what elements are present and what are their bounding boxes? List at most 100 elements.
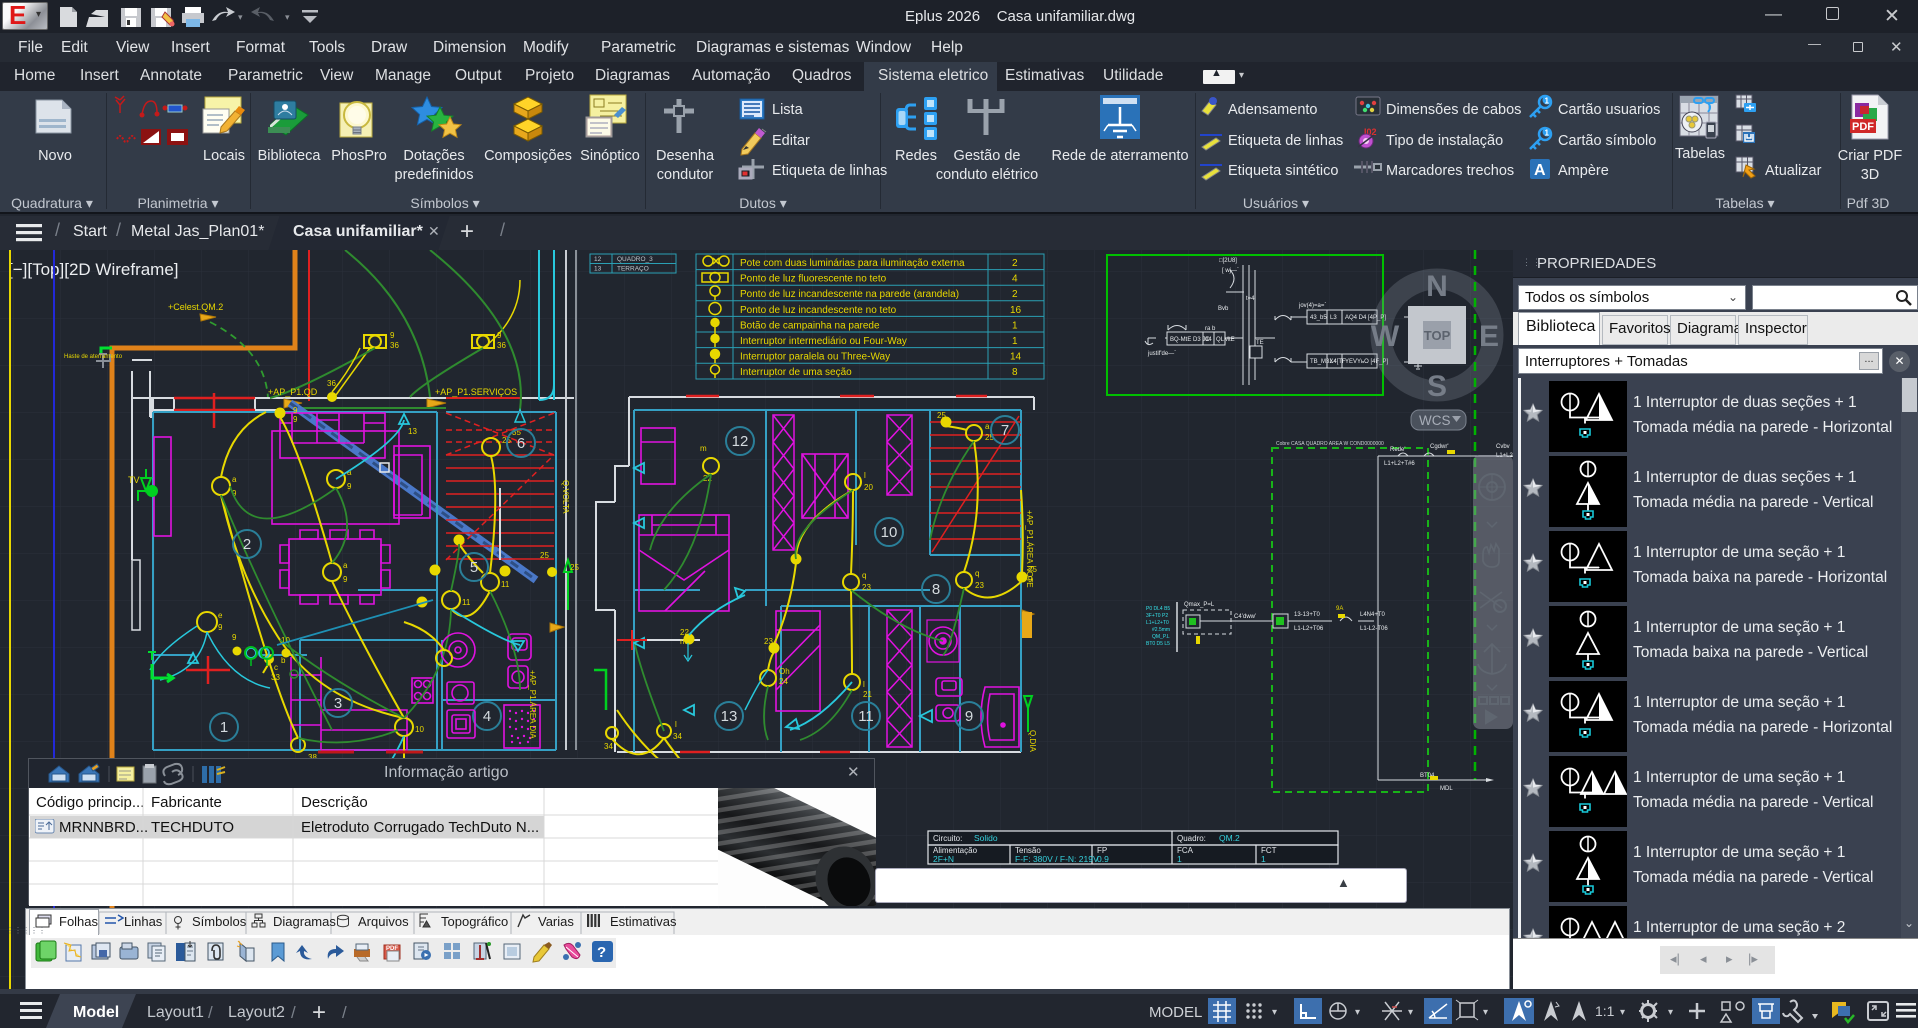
svg-text:□[2U8]: □[2U8] bbox=[1219, 258, 1237, 264]
svg-text:Interruptor intermediário ou F: Interruptor intermediário ou Four-Way bbox=[740, 336, 907, 347]
svg-text:13: 13 bbox=[408, 427, 417, 436]
svg-text:PDF: PDF bbox=[1852, 121, 1874, 133]
svg-text:14: 14 bbox=[1010, 352, 1022, 363]
svg-text:1: 1 bbox=[1261, 854, 1266, 864]
svg-text:L1+L2+T#6: L1+L2+T#6 bbox=[1384, 461, 1415, 467]
svg-text:11: 11 bbox=[858, 708, 874, 725]
svg-text:8: 8 bbox=[1012, 367, 1018, 378]
svg-text:q: q bbox=[862, 571, 866, 580]
svg-text:+AP_P1.SERVIÇOS: +AP_P1.SERVIÇOS bbox=[435, 387, 517, 397]
svg-text:Símbolos: Símbolos bbox=[192, 914, 247, 929]
svg-text:22: 22 bbox=[680, 628, 689, 637]
svg-text:2: 2 bbox=[1012, 258, 1018, 269]
svg-text:E: E bbox=[1479, 320, 1499, 353]
svg-text:Ponto de luz incandescente no: Ponto de luz incandescente no teto bbox=[740, 305, 897, 316]
svg-text:13: 13 bbox=[721, 708, 738, 725]
svg-text:▾: ▾ bbox=[1272, 1007, 1277, 1018]
svg-text:Interruptor de uma seção: Interruptor de uma seção bbox=[740, 367, 852, 378]
svg-text:c: c bbox=[274, 663, 278, 672]
svg-text:Diagramas: Diagramas bbox=[273, 914, 336, 929]
svg-text:36: 36 bbox=[327, 379, 336, 388]
svg-text:34: 34 bbox=[673, 732, 682, 741]
svg-text:[−][Top][2D Wireframe]: [−][Top][2D Wireframe] bbox=[8, 260, 179, 279]
svg-text:Cobre CASA QUADRO AREA W COND0: Cobre CASA QUADRO AREA W COND0000000 bbox=[1276, 441, 1384, 447]
svg-text:l: l bbox=[675, 720, 677, 729]
svg-text:PDF: PDF bbox=[386, 946, 398, 952]
svg-text:Ponto de luz fluorescente no t: Ponto de luz fluorescente no teto bbox=[740, 274, 887, 285]
svg-text:MDL: MDL bbox=[1440, 786, 1453, 792]
svg-text:43_b5: 43_b5 bbox=[1310, 315, 1327, 321]
svg-text:10: 10 bbox=[415, 725, 424, 734]
svg-text:6: 6 bbox=[517, 435, 525, 452]
svg-text:TE: TE bbox=[1256, 340, 1264, 346]
svg-text:jov(4)=a=`: jov(4)=a=` bbox=[1298, 303, 1326, 309]
svg-text:1: 1 bbox=[1545, 97, 1550, 106]
svg-text:12: 12 bbox=[594, 256, 602, 263]
svg-text:WCS: WCS bbox=[1419, 413, 1451, 428]
svg-text:2F+N: 2F+N bbox=[933, 854, 954, 864]
svg-text:Haste de aterramento: Haste de aterramento bbox=[64, 354, 123, 360]
svg-text:MODEL: MODEL bbox=[1149, 1004, 1202, 1021]
svg-text:?: ? bbox=[597, 944, 606, 961]
svg-text:2: 2 bbox=[243, 536, 251, 553]
svg-text:Model: Model bbox=[73, 1004, 119, 1021]
svg-text:QM_P.L: QM_P.L bbox=[1152, 634, 1170, 640]
svg-text:TERRAÇO: TERRAÇO bbox=[617, 266, 649, 273]
svg-text:L4: L4 bbox=[1330, 359, 1337, 365]
svg-text:Qmax_P=L: Qmax_P=L bbox=[1184, 602, 1215, 608]
svg-text:q: q bbox=[975, 569, 979, 578]
svg-text:25: 25 bbox=[570, 563, 579, 572]
svg-text:23: 23 bbox=[764, 637, 773, 646]
svg-text:justif'de—`: justif'de—` bbox=[1147, 351, 1176, 357]
svg-text:Quadro:: Quadro: bbox=[1177, 834, 1206, 843]
svg-text:b: b bbox=[281, 656, 286, 665]
svg-text:9: 9 bbox=[343, 575, 348, 584]
svg-text:Q.VOLTA: Q.VOLTA bbox=[561, 480, 570, 514]
svg-text:TOP: TOP bbox=[1424, 328, 1451, 343]
svg-text:P0 DL4 B5: P0 DL4 B5 bbox=[1146, 606, 1170, 612]
svg-text:[ wj—`: [ wj—` bbox=[1222, 268, 1239, 274]
svg-text:+AP_P1.ÁREA DIA: +AP_P1.ÁREA DIA bbox=[528, 670, 537, 739]
svg-text:10: 10 bbox=[881, 524, 898, 541]
svg-text:36: 36 bbox=[390, 341, 399, 350]
svg-text:9A: 9A bbox=[1336, 606, 1343, 612]
svg-text:5: 5 bbox=[470, 559, 478, 576]
svg-text:BT0 D5 L5: BT0 D5 L5 bbox=[1146, 641, 1170, 647]
svg-text:Pote com duas luminárias para: Pote com duas luminárias para iluminação… bbox=[740, 258, 965, 269]
svg-text:TB_M3X4[TF: TB_M3X4[TF bbox=[1310, 359, 1346, 365]
svg-text:QM.2: QM.2 bbox=[1219, 833, 1240, 843]
svg-text:Bvb: Bvb bbox=[1218, 306, 1229, 312]
svg-text:t=4: t=4 bbox=[1246, 296, 1255, 302]
svg-text:1:1: 1:1 bbox=[1595, 1003, 1615, 1019]
svg-text:F-F: 380V / F-N: 219V: F-F: 380V / F-N: 219V bbox=[1015, 854, 1099, 864]
svg-text:A: A bbox=[1534, 162, 1546, 179]
svg-text:9: 9 bbox=[390, 331, 395, 340]
svg-text:Interruptor paralela ou Three-: Interruptor paralela ou Three-Way bbox=[740, 352, 890, 363]
svg-text:3: 3 bbox=[334, 695, 342, 712]
svg-text:9: 9 bbox=[497, 331, 502, 340]
svg-text:13: 13 bbox=[594, 266, 602, 273]
svg-text:▾: ▾ bbox=[1355, 1007, 1360, 1018]
svg-text:9: 9 bbox=[218, 623, 223, 632]
svg-text:3F+T0 P2: 3F+T0 P2 bbox=[1146, 613, 1168, 619]
svg-text:Layout1: Layout1 bbox=[147, 1004, 204, 1021]
svg-text:N: N bbox=[1426, 270, 1448, 303]
svg-text:+AP_P1.ÁREA NOTE: +AP_P1.ÁREA NOTE bbox=[1025, 510, 1034, 588]
svg-text:m: m bbox=[680, 637, 687, 646]
svg-text:8: 8 bbox=[932, 581, 940, 598]
svg-text:▾: ▾ bbox=[285, 12, 290, 22]
svg-text:S: S bbox=[1427, 370, 1447, 403]
svg-text:9: 9 bbox=[293, 406, 298, 415]
svg-text:25: 25 bbox=[937, 411, 946, 420]
svg-text:C4’dww’: C4’dww’ bbox=[1234, 614, 1256, 620]
svg-text:Folhas: Folhas bbox=[59, 914, 99, 929]
svg-text:L1+L2+T0: L1+L2+T0 bbox=[1146, 620, 1169, 626]
svg-text:a: a bbox=[343, 561, 348, 570]
svg-text:Arquivos: Arquivos bbox=[358, 914, 409, 929]
svg-text:Ponto de luz incandescente na: Ponto de luz incandescente na parede (ar… bbox=[740, 289, 959, 300]
svg-text:Linhas: Linhas bbox=[124, 914, 163, 929]
svg-text:0.9: 0.9 bbox=[1097, 854, 1109, 864]
svg-text:9: 9 bbox=[965, 708, 973, 725]
svg-text:Estimativas: Estimativas bbox=[610, 914, 677, 929]
svg-text:1: 1 bbox=[1177, 854, 1182, 864]
